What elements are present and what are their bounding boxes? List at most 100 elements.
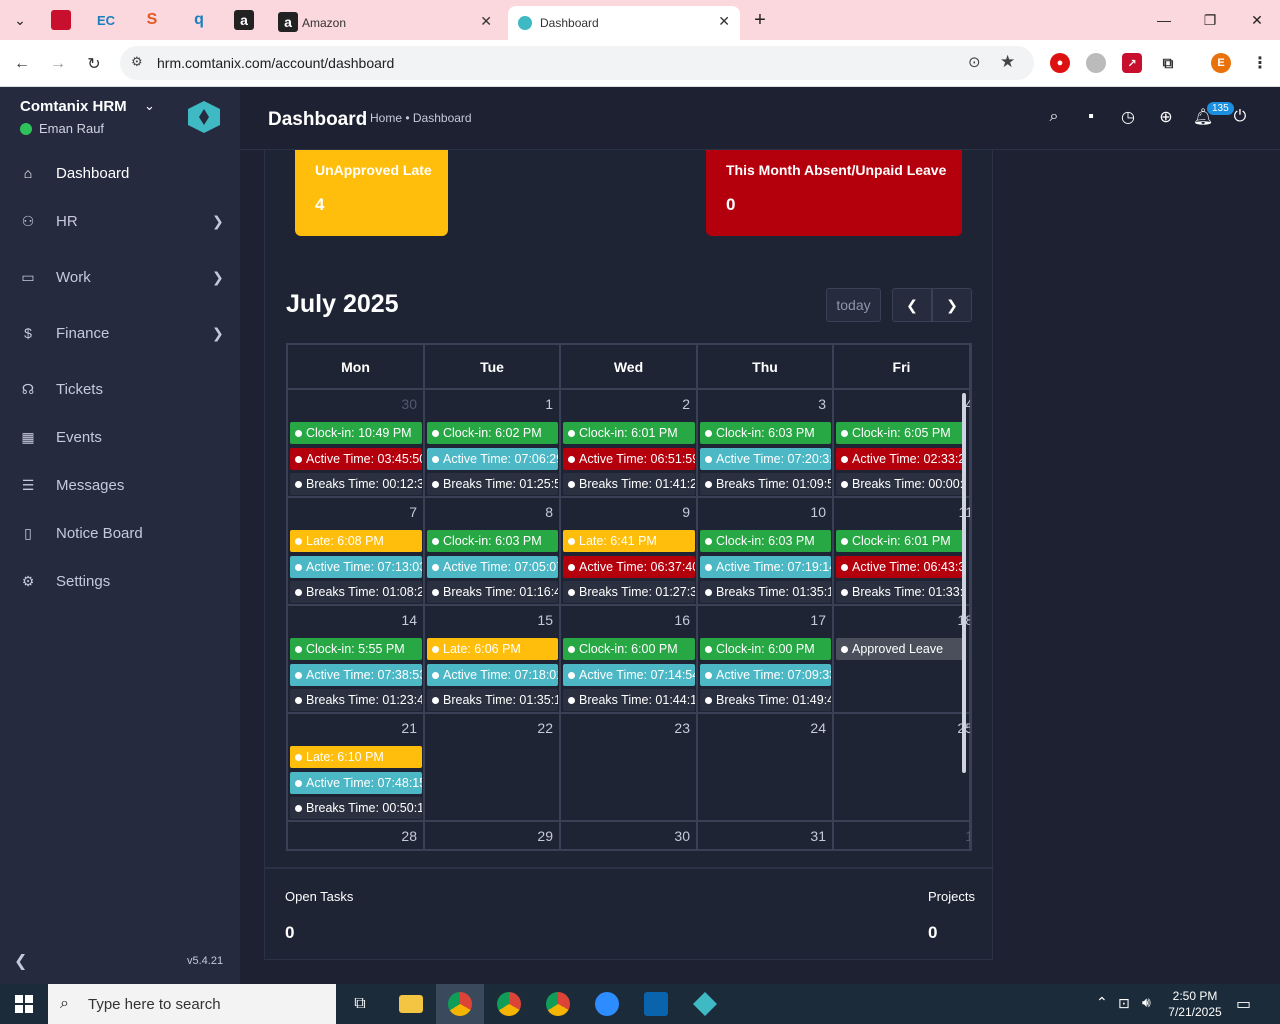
app-logo[interactable] — [188, 101, 220, 133]
day-number[interactable]: 1 — [965, 828, 970, 844]
calendar-event[interactable]: Clock-in: 6:01 PM — [563, 422, 695, 444]
day-number[interactable]: 16 — [674, 612, 690, 628]
calendar-day-cell[interactable]: 1 — [834, 822, 970, 849]
calendar-day-cell[interactable]: 18Approved Leave — [834, 606, 970, 714]
unapproved-late-card[interactable]: UnApproved Late 4 — [295, 150, 448, 236]
bookmark-star-icon[interactable]: ★ — [1000, 52, 1015, 72]
day-number[interactable]: 28 — [401, 828, 417, 844]
calendar-event[interactable]: Clock-in: 6:05 PM — [836, 422, 964, 444]
calendar-event[interactable]: Active Time: 02:33:2 — [836, 447, 964, 470]
calendar-event[interactable]: Active Time: 07:05:07 — [427, 555, 558, 578]
calendar-event[interactable]: Active Time: 07:14:54 — [563, 663, 695, 686]
chevron-up-icon[interactable]: ⌃ — [1096, 994, 1108, 1011]
calendar-scrollbar[interactable] — [962, 393, 966, 773]
calendar-event[interactable]: Clock-in: 6:02 PM — [427, 422, 558, 444]
calendar-day-cell[interactable]: 14 Clock-in: 5:55 PM Active Time: 07:38:53… — [288, 606, 425, 714]
calendar-day-cell[interactable]: 10 Clock-in: 6:03 PM Active Time: 07:19:14… — [698, 498, 834, 606]
forward-arrow-icon[interactable]: → — [46, 52, 70, 76]
calendar-day-cell[interactable]: 30 Clock-in: 10:49 PM Active Time: 03:45:5… — [288, 390, 425, 498]
day-number[interactable]: 17 — [810, 612, 826, 628]
calendar-event[interactable]: Active Time: 07:20:31 — [700, 447, 831, 470]
sidebar-item-work[interactable]: ▭ Work ❯ — [0, 257, 240, 297]
calendar-event[interactable]: Active Time: 06:51:59 — [563, 447, 695, 470]
calendar-day-cell[interactable]: 11Clock-in: 6:01 PMActive Time: 06:43:3B… — [834, 498, 970, 606]
extension-pdf-icon[interactable]: ↗ — [1122, 53, 1142, 73]
calendar-day-cell[interactable]: 30 — [561, 822, 698, 849]
day-number[interactable]: 24 — [810, 720, 826, 736]
calendar-day-cell[interactable]: 4Clock-in: 6:05 PM Active Time: 02:33:2 Br… — [834, 390, 970, 498]
file-explorer-icon[interactable] — [387, 984, 435, 1024]
calendar-event[interactable]: Clock-in: 6:00 PM — [563, 638, 695, 660]
chrome-icon[interactable] — [485, 984, 533, 1024]
close-window-icon[interactable]: ✕ — [1245, 8, 1269, 32]
calendar-event[interactable]: Breaks Time: 00:00:0 — [836, 473, 964, 495]
calendar-event[interactable]: Breaks Time: 01:35:14 — [427, 689, 558, 711]
breadcrumb[interactable]: Home • Dashboard — [370, 111, 472, 125]
brand-name[interactable]: Comtanix HRM — [20, 98, 127, 115]
calendar-event[interactable]: Breaks Time: 01:16:48 — [427, 581, 558, 603]
calendar-event[interactable]: Active Time: 07:18:01 — [427, 663, 558, 686]
calendar-event[interactable]: Breaks Time: 01:23:42 — [290, 689, 422, 711]
calendar-event[interactable]: Breaks Time: 01:49:47 — [700, 689, 831, 711]
calendar-event[interactable]: Clock-in: 6:01 PM — [836, 530, 964, 552]
chrome-icon[interactable] — [534, 984, 582, 1024]
amazon-favicon[interactable]: a — [234, 10, 254, 30]
calendar-day-cell[interactable]: 16 Clock-in: 6:00 PM Active Time: 07:14:54… — [561, 606, 698, 714]
calendar-day-cell[interactable]: 15 Late: 6:06 PM Active Time: 07:18:01 Brea… — [425, 606, 561, 714]
today-button[interactable]: today — [826, 288, 881, 322]
tab-amazon[interactable]: a Amazon ✕ — [270, 6, 504, 40]
day-number[interactable]: 14 — [401, 612, 417, 628]
taskbar-clock[interactable]: 2:50 PM 7/21/2025 — [1162, 988, 1228, 1020]
notification-center-icon[interactable]: ▭ — [1236, 994, 1251, 1014]
close-tab-icon[interactable]: ✕ — [718, 13, 730, 30]
calendar-day-cell[interactable]: 24 — [698, 714, 834, 822]
calendar-day-cell[interactable]: 23 — [561, 714, 698, 822]
day-number[interactable]: 23 — [674, 720, 690, 736]
calendar-event[interactable]: Late: 6:41 PM — [563, 530, 695, 552]
calendar-event[interactable]: Late: 6:06 PM — [427, 638, 558, 660]
hrm-app-icon[interactable] — [681, 984, 729, 1024]
prev-month-icon[interactable]: ❮ — [892, 288, 932, 322]
calendar-event[interactable]: Breaks Time: 01:08:24 — [290, 581, 422, 603]
open-tasks-value[interactable]: 0 — [285, 923, 294, 943]
day-number[interactable]: 31 — [810, 828, 826, 844]
calendar-day-cell[interactable]: 17 Clock-in: 6:00 PM Active Time: 07:09:33… — [698, 606, 834, 714]
profile-avatar[interactable]: E — [1211, 53, 1231, 73]
calendar-event[interactable]: Active Time: 07:48:15 — [290, 771, 422, 794]
calendar-event[interactable]: Breaks Time: 01:25:57 — [427, 473, 558, 495]
sidebar-item-messages[interactable]: ☰ Messages — [0, 465, 240, 505]
windows-start-icon[interactable] — [0, 984, 48, 1024]
day-number[interactable]: 22 — [537, 720, 553, 736]
power-icon[interactable]: ⏻ — [1230, 107, 1250, 127]
absent-leave-card[interactable]: This Month Absent/Unpaid Leave 0 — [706, 150, 962, 236]
calendar-event[interactable]: Clock-in: 6:00 PM — [700, 638, 831, 660]
next-month-icon[interactable]: ❯ — [932, 288, 972, 322]
pinned-tab-favicon[interactable]: q — [189, 10, 209, 30]
pinned-tab-favicon[interactable]: EC — [96, 10, 116, 30]
calendar-event[interactable]: Breaks Time: 01:33:0 — [836, 581, 964, 603]
day-number[interactable]: 9 — [682, 504, 690, 520]
add-circle-icon[interactable]: ⊕ — [1156, 107, 1176, 127]
calendar-day-cell[interactable]: 7 Late: 6:08 PM Active Time: 07:13:03 Break… — [288, 498, 425, 606]
sidebar-item-hr[interactable]: ⚇ HR ❯ — [0, 201, 240, 241]
calendar-event[interactable]: Breaks Time: 01:41:20 — [563, 473, 695, 495]
calendar-day-cell[interactable]: 29 — [425, 822, 561, 849]
calendar-event[interactable]: Active Time: 07:38:53 — [290, 663, 422, 686]
calendar-event[interactable]: Breaks Time: 01:35:15 — [700, 581, 831, 603]
day-number[interactable]: 4 — [965, 396, 970, 412]
clock-icon[interactable]: ◷ — [1118, 107, 1138, 127]
calendar-day-cell[interactable]: 31 — [698, 822, 834, 849]
back-arrow-icon[interactable]: ← — [10, 52, 34, 76]
day-number[interactable]: 29 — [537, 828, 553, 844]
day-number[interactable]: 15 — [537, 612, 553, 628]
calendar-event[interactable]: Active Time: 03:45:50 — [290, 447, 422, 470]
calendar-event[interactable]: Clock-in: 6:03 PM — [700, 530, 831, 552]
sidebar-item-events[interactable]: ▦ Events — [0, 417, 240, 457]
browser-menu-icon[interactable]: ⋮ — [1250, 53, 1270, 73]
calendar-day-cell[interactable]: 21 Late: 6:10 PM Active Time: 07:48:15 Brea… — [288, 714, 425, 822]
collapse-sidebar-icon[interactable]: ❮ — [14, 951, 27, 971]
pinned-tab-favicon[interactable]: S — [142, 10, 162, 30]
chevron-down-icon[interactable]: ⌄ — [144, 98, 155, 114]
calendar-day-cell[interactable]: 9 Late: 6:41 PM Active Time: 06:37:40 Break… — [561, 498, 698, 606]
calendar-event[interactable]: Clock-in: 10:49 PM — [290, 422, 422, 444]
